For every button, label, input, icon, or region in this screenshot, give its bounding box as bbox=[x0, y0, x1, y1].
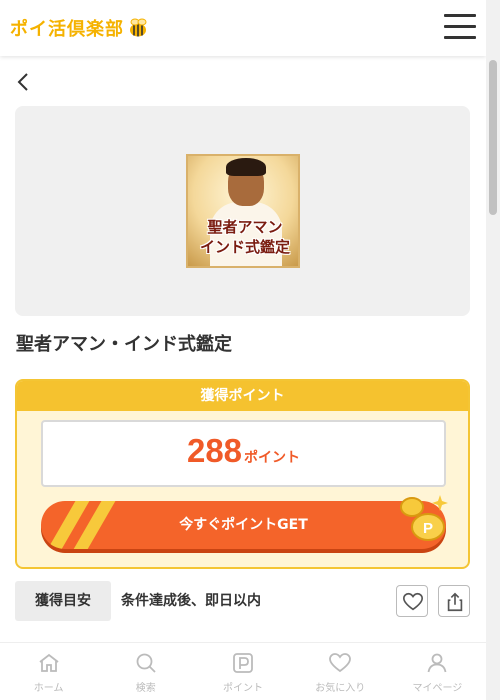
logo[interactable]: ポイ活倶楽部 bbox=[10, 14, 149, 42]
points-value: 288 bbox=[186, 432, 243, 469]
coins-icon: P bbox=[400, 495, 448, 541]
favorite-button[interactable] bbox=[396, 585, 428, 617]
get-points-label: 今すぐポイントGET bbox=[179, 517, 308, 533]
offer-title: 聖者アマン・インド式鑑定 bbox=[16, 334, 232, 355]
share-button[interactable] bbox=[438, 585, 470, 617]
thumbnail-title-line2: インド式鑑定 bbox=[199, 238, 290, 256]
offer-image-card: 聖者アマン インド式鑑定 bbox=[15, 106, 470, 316]
menu-line bbox=[444, 14, 476, 17]
points-unit: ポイント bbox=[244, 450, 301, 466]
logo-text: ポイ活倶楽部 bbox=[10, 19, 124, 40]
estimate-value: 条件達成後、即日以内 bbox=[121, 593, 261, 609]
nav-item-favorites[interactable]: お気に入り bbox=[292, 643, 389, 700]
offer-thumbnail[interactable]: 聖者アマン インド式鑑定 bbox=[186, 154, 300, 268]
search-icon bbox=[136, 653, 156, 673]
menu-line bbox=[444, 25, 476, 28]
thumbnail-figure-hair bbox=[226, 158, 266, 176]
points-box: 獲得ポイント 288 ポイント 今すぐポイントGET P bbox=[15, 379, 470, 569]
heart-icon bbox=[403, 592, 423, 611]
nav-label-home: ホーム bbox=[33, 683, 64, 694]
nav-item-home[interactable]: ホーム bbox=[0, 643, 97, 700]
bee-icon bbox=[130, 18, 147, 37]
point-icon bbox=[233, 653, 253, 673]
nav-label-search: 検索 bbox=[135, 683, 156, 694]
scrollbar-thumb[interactable] bbox=[489, 60, 497, 215]
points-header: 獲得ポイント bbox=[17, 381, 468, 411]
nav-item-mypage[interactable]: マイページ bbox=[389, 643, 486, 700]
home-icon bbox=[39, 653, 59, 672]
points-value-box: 288 ポイント bbox=[41, 420, 446, 487]
header: ポイ活倶楽部 bbox=[0, 0, 486, 56]
hamburger-menu-icon[interactable] bbox=[444, 14, 476, 42]
share-icon bbox=[447, 592, 463, 612]
nav-item-points[interactable]: ポイント bbox=[194, 643, 291, 700]
heart-icon bbox=[329, 653, 352, 673]
user-icon bbox=[428, 653, 447, 673]
nav-label-points: ポイント bbox=[223, 683, 263, 694]
nav-label-favorites: お気に入り bbox=[315, 683, 366, 694]
svg-text:P: P bbox=[423, 520, 433, 537]
bottom-nav: ホーム 検索 ポイント お気に入り マイページ bbox=[0, 642, 486, 700]
menu-line bbox=[444, 36, 476, 39]
nav-label-mypage: マイページ bbox=[412, 683, 463, 694]
scrollbar[interactable] bbox=[486, 0, 500, 700]
nav-item-search[interactable]: 検索 bbox=[97, 643, 194, 700]
get-points-button[interactable]: 今すぐポイントGET bbox=[41, 501, 446, 549]
chevron-left-icon bbox=[17, 73, 28, 91]
thumbnail-title-line1: 聖者アマン bbox=[207, 218, 283, 236]
estimate-label: 獲得目安 bbox=[15, 581, 111, 621]
back-button[interactable] bbox=[12, 68, 36, 96]
